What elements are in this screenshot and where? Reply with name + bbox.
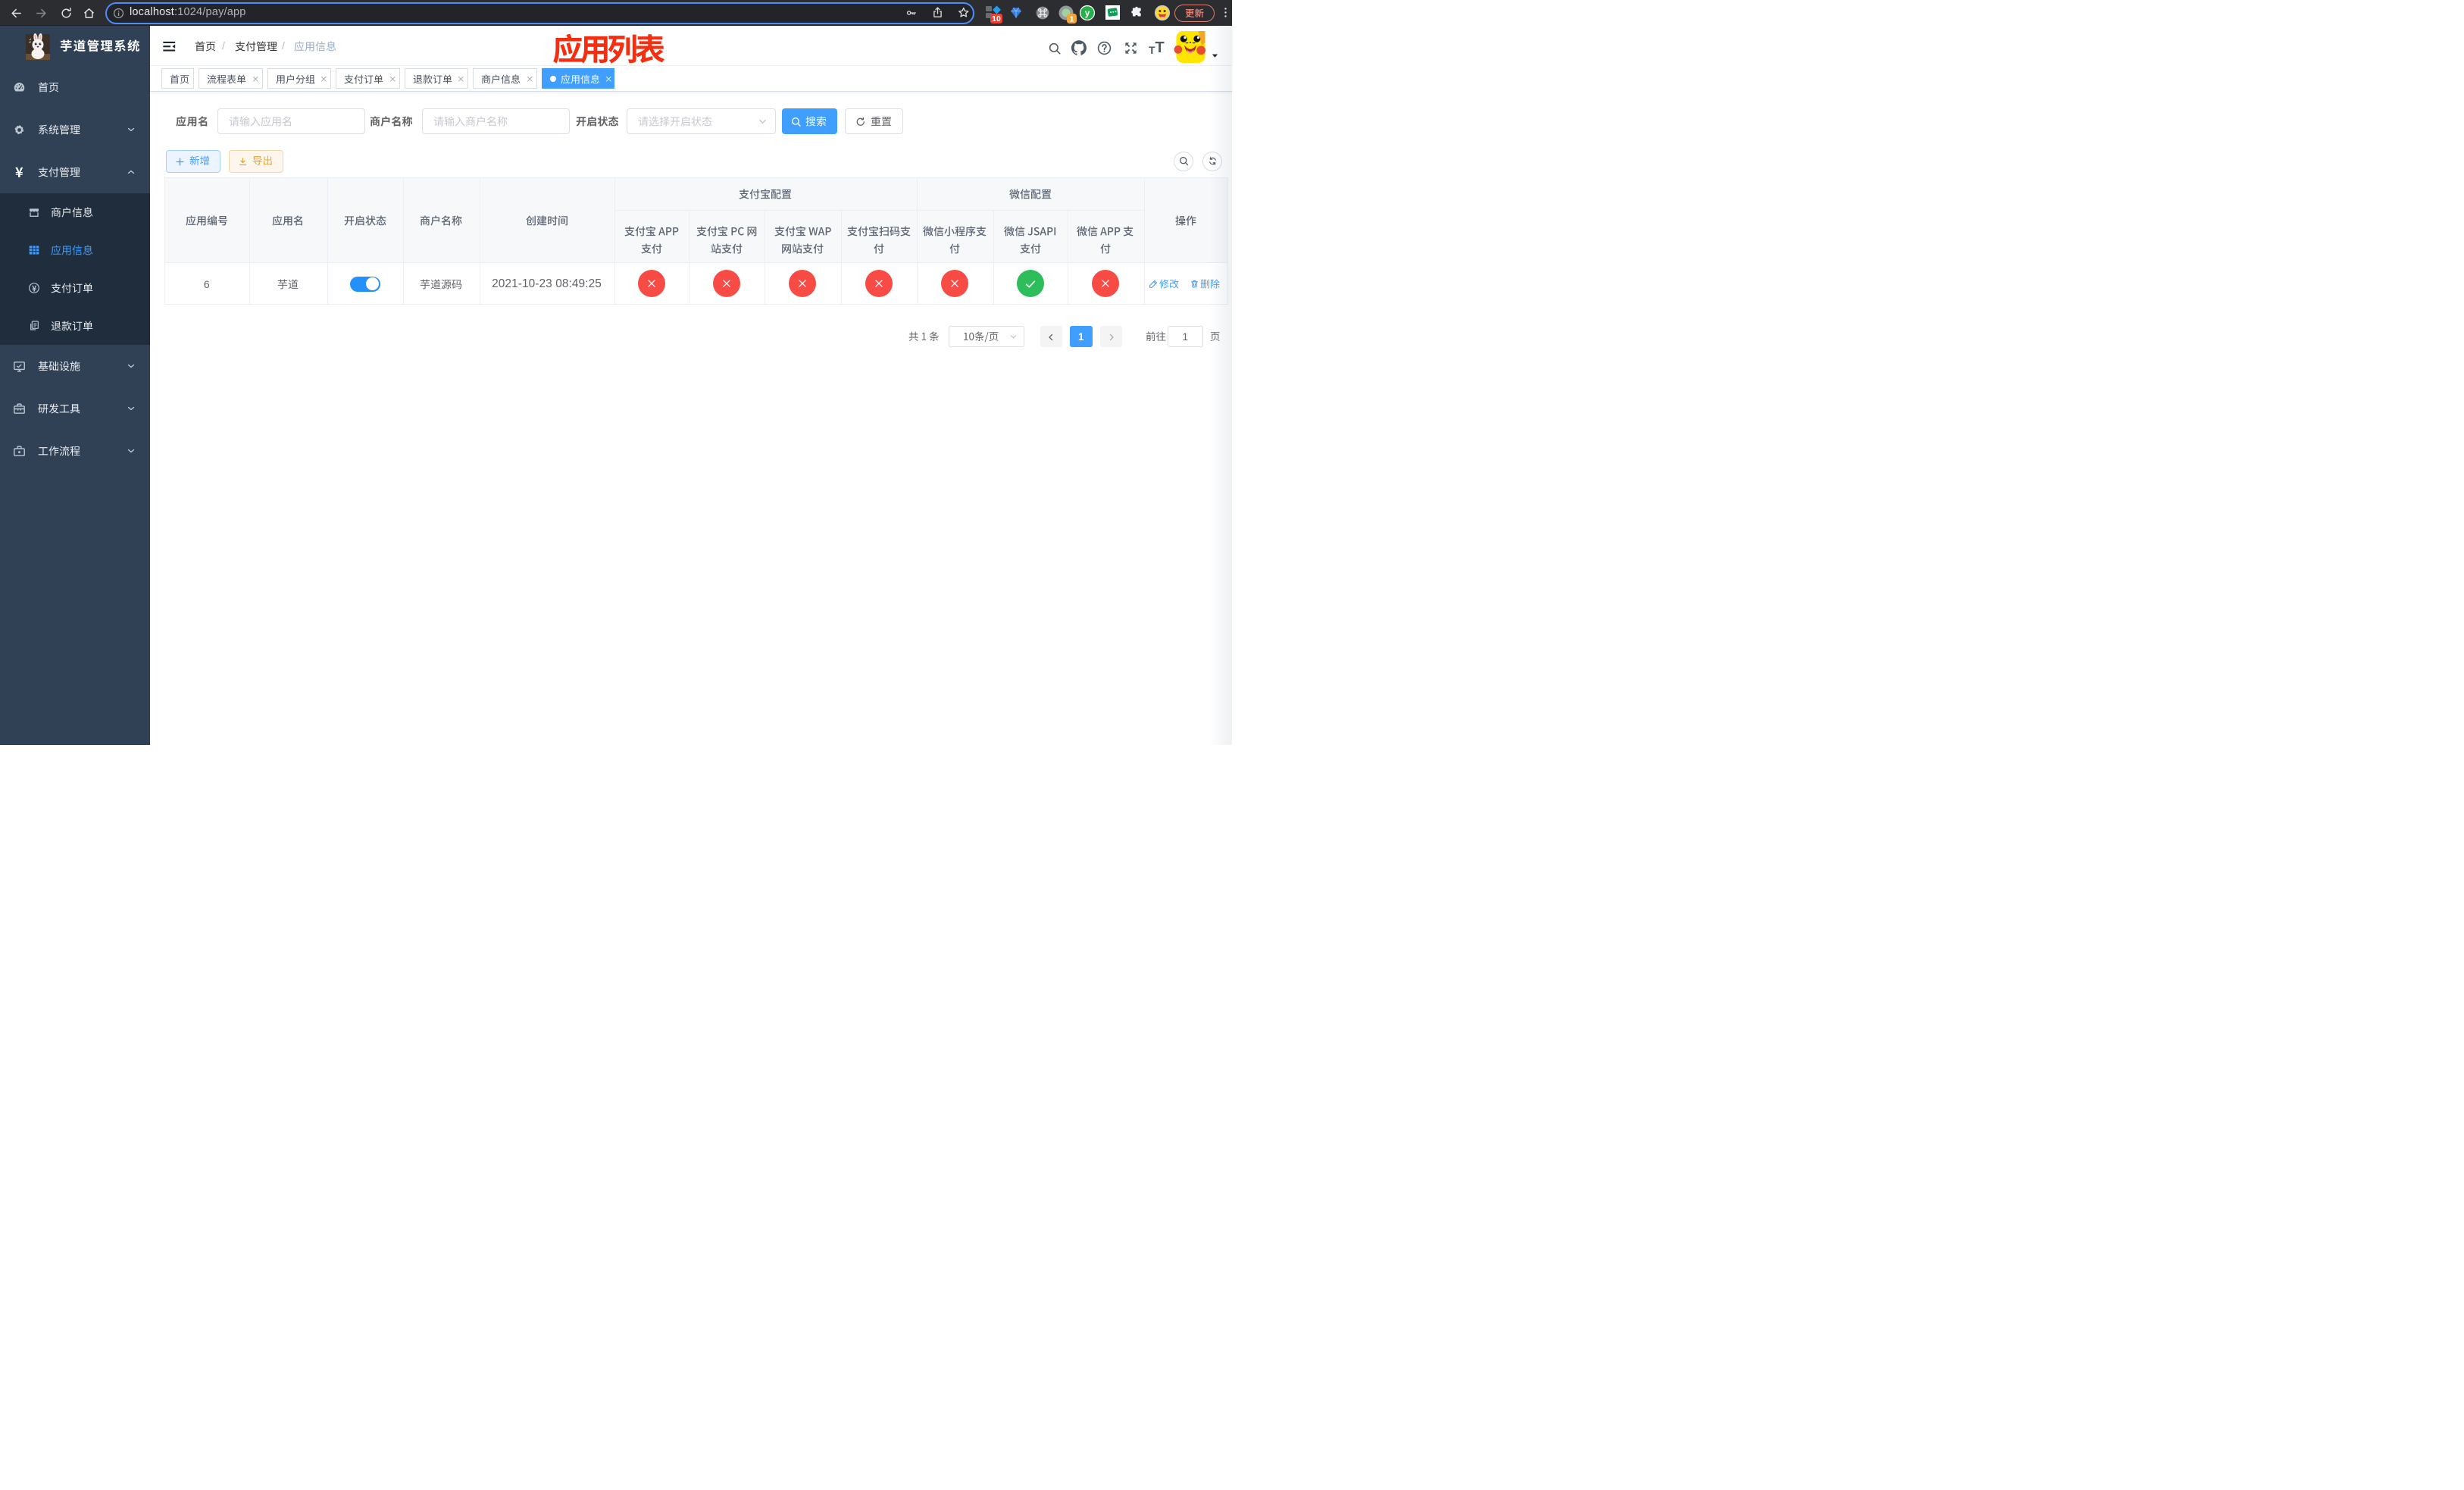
svg-text:10: 10 [992, 14, 1001, 23]
svg-text:1: 1 [1070, 14, 1074, 23]
svg-text:y: y [1085, 8, 1090, 18]
